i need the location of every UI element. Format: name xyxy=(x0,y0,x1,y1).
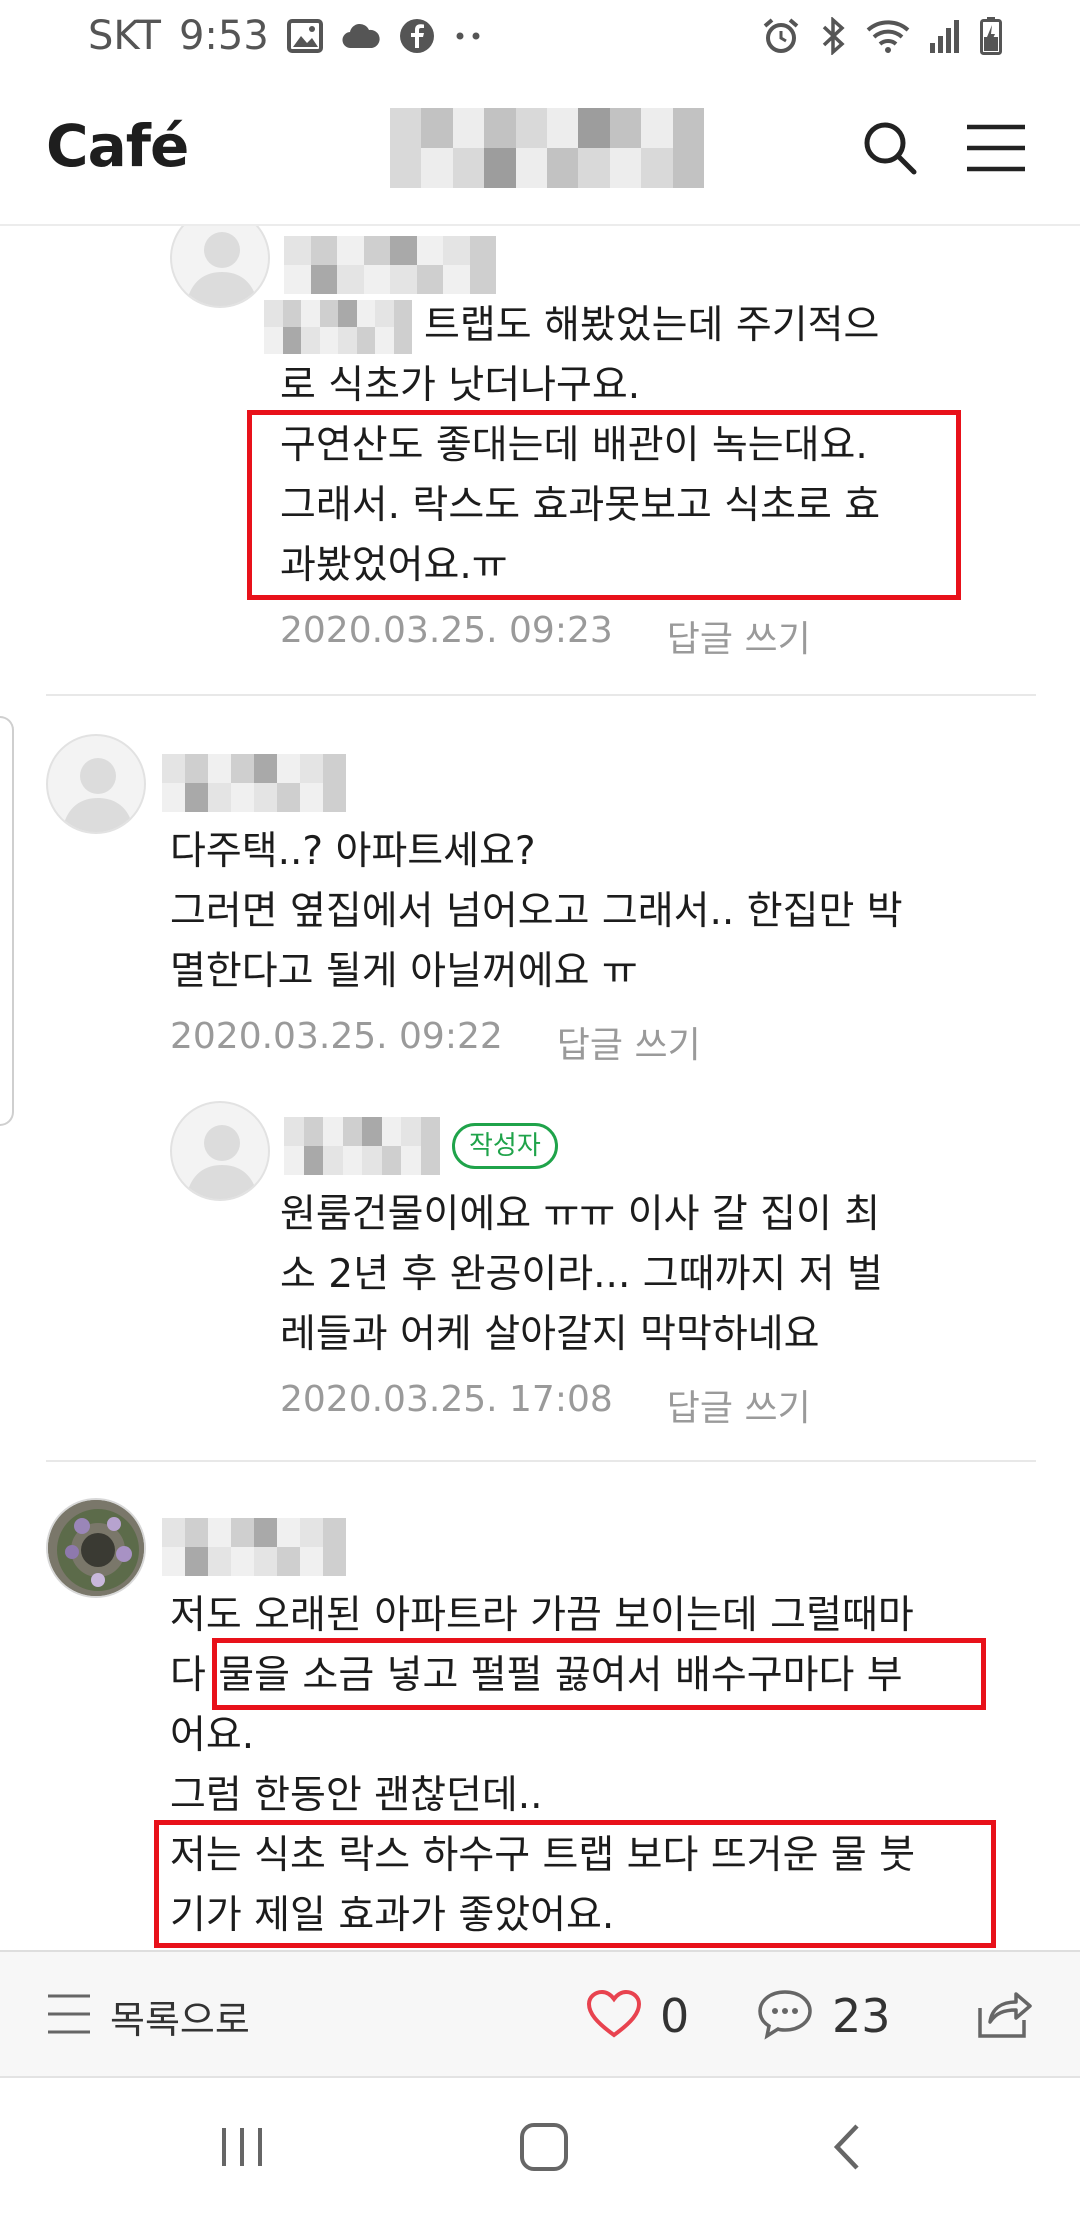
cafe-logo[interactable]: Café xyxy=(46,112,189,180)
comments-button[interactable]: 23 xyxy=(756,1952,891,2080)
home-icon xyxy=(518,2121,570,2177)
comment-date: 2020.03.25. 09:22 xyxy=(170,1016,503,1057)
search-button[interactable] xyxy=(850,110,930,190)
avatar[interactable] xyxy=(46,734,146,834)
share-button[interactable] xyxy=(976,1952,1034,2080)
comment-meta: 2020.03.25. 17:08 답글 쓰기 xyxy=(280,1379,811,1431)
bottom-action-bar: 목록으로 0 23 xyxy=(0,1950,1080,2078)
recent-apps-icon xyxy=(218,2124,266,2174)
comment-meta: 2020.03.25. 09:23 답글 쓰기 xyxy=(280,610,811,662)
avatar[interactable] xyxy=(170,226,270,308)
recent-apps-button[interactable] xyxy=(182,2078,302,2220)
comment-text-line: 멸한다고 될게 아닐꺼에요 ㅠ xyxy=(170,949,638,994)
like-button[interactable]: 0 xyxy=(586,1952,689,2080)
comment-text-line: 로 식초가 낫더나구요. xyxy=(280,363,641,408)
author-name-redacted[interactable] xyxy=(162,754,346,812)
facebook-icon xyxy=(399,18,435,54)
cloud-icon xyxy=(341,22,381,50)
speech-bubble-icon xyxy=(756,1988,814,2044)
comment-text-line: 저도 오래된 아파트라 가끔 보이는데 그럴때마 xyxy=(170,1593,914,1638)
status-right xyxy=(762,10,1002,62)
comment-text-line: 소 2년 후 완공이라... 그때까지 저 벌 xyxy=(280,1252,883,1297)
author-badge: 작성자 xyxy=(452,1123,558,1169)
divider xyxy=(46,694,1036,696)
cafe-name-redacted xyxy=(390,108,704,188)
reply-button[interactable]: 답글 쓰기 xyxy=(667,610,811,662)
hamburger-menu-icon xyxy=(965,123,1027,177)
comment-text-line: 그러면 옆집에서 넘어오고 그래서.. 한집만 박 xyxy=(170,889,903,934)
signal-icon xyxy=(930,19,960,53)
highlight-box xyxy=(247,410,961,600)
highlight-box xyxy=(154,1820,996,1948)
reply-button[interactable]: 답글 쓰기 xyxy=(667,1379,811,1431)
alarm-icon xyxy=(762,17,800,55)
status-bar: SKT 9:53 xyxy=(0,0,1080,72)
clock: 9:53 xyxy=(178,13,269,59)
search-icon xyxy=(860,118,920,182)
bluetooth-icon xyxy=(820,17,846,55)
cafe-comments-screen: SKT 9:53 Café 트랩도 해봤었는데 주기적으 로 식초가 낫더나구요… xyxy=(0,0,1080,2220)
back-button[interactable] xyxy=(786,2078,906,2220)
heart-icon xyxy=(586,1989,642,2043)
comment-text-line: 어요. xyxy=(170,1713,255,1758)
list-icon xyxy=(44,1992,92,2040)
comment-text-line: 트랩도 해봤었는데 주기적으 xyxy=(424,303,880,348)
comment-date: 2020.03.25. 09:23 xyxy=(280,610,613,651)
image-icon xyxy=(286,19,323,53)
back-icon xyxy=(829,2122,863,2176)
wifi-icon xyxy=(866,18,910,54)
back-to-list-button[interactable]: 목록으로 xyxy=(44,1952,250,2080)
reply-item: 작성자 원룸건물이에요 ㅠㅠ 이사 갈 집이 최 소 2년 후 완공이라... … xyxy=(0,1101,1080,1431)
avatar[interactable] xyxy=(170,1101,270,1201)
home-button[interactable] xyxy=(484,2078,604,2220)
author-name-redacted[interactable] xyxy=(162,1518,346,1576)
comment-date: 2020.03.25. 17:08 xyxy=(280,1379,613,1420)
comment-item: 다주택..? 아파트세요? 그러면 옆집에서 넘어오고 그래서.. 한집만 박 … xyxy=(0,726,1080,1066)
like-count: 0 xyxy=(660,1989,690,2043)
author-name-redacted[interactable] xyxy=(284,1117,440,1175)
author-name-redacted[interactable] xyxy=(284,236,496,294)
more-dots-icon xyxy=(453,31,483,41)
carrier-label: SKT xyxy=(88,13,161,59)
highlight-box xyxy=(212,1638,986,1710)
battery-charging-icon xyxy=(980,17,1002,55)
comment-text-line: 그럼 한동안 괜찮던데.. xyxy=(170,1773,543,1818)
comment-text-line: 다주택..? 아파트세요? xyxy=(170,829,536,874)
app-bar: Café xyxy=(0,72,1080,226)
comment-item: 저도 오래된 아파트라 가끔 보이는데 그럴때마 다 물을 소금 넣고 펄펄 끓… xyxy=(0,1490,1080,1950)
comment-text-line: 레들과 어케 살아갈지 막막하네요 xyxy=(280,1312,820,1357)
system-nav-bar xyxy=(0,2078,1080,2220)
status-left: SKT 9:53 xyxy=(88,10,483,62)
reply-item: 트랩도 해봤었는데 주기적으 로 식초가 낫더나구요. 구연산도 좋대는데 배관… xyxy=(0,226,1080,676)
avatar-photo[interactable] xyxy=(46,1498,146,1598)
reply-button[interactable]: 답글 쓰기 xyxy=(557,1016,701,1068)
comment-text-line: 원룸건물이에요 ㅠㅠ 이사 갈 집이 최 xyxy=(280,1192,881,1237)
comment-list: 트랩도 해봤었는데 주기적으 로 식초가 낫더나구요. 구연산도 좋대는데 배관… xyxy=(0,226,1080,1950)
comment-count: 23 xyxy=(832,1989,891,2043)
comment-meta: 2020.03.25. 09:22 답글 쓰기 xyxy=(170,1016,701,1068)
back-to-list-label: 목록으로 xyxy=(110,1997,250,2042)
divider xyxy=(46,1460,1036,1462)
share-icon xyxy=(976,1988,1034,2044)
menu-button[interactable] xyxy=(956,110,1036,190)
mention-redacted xyxy=(264,300,412,354)
